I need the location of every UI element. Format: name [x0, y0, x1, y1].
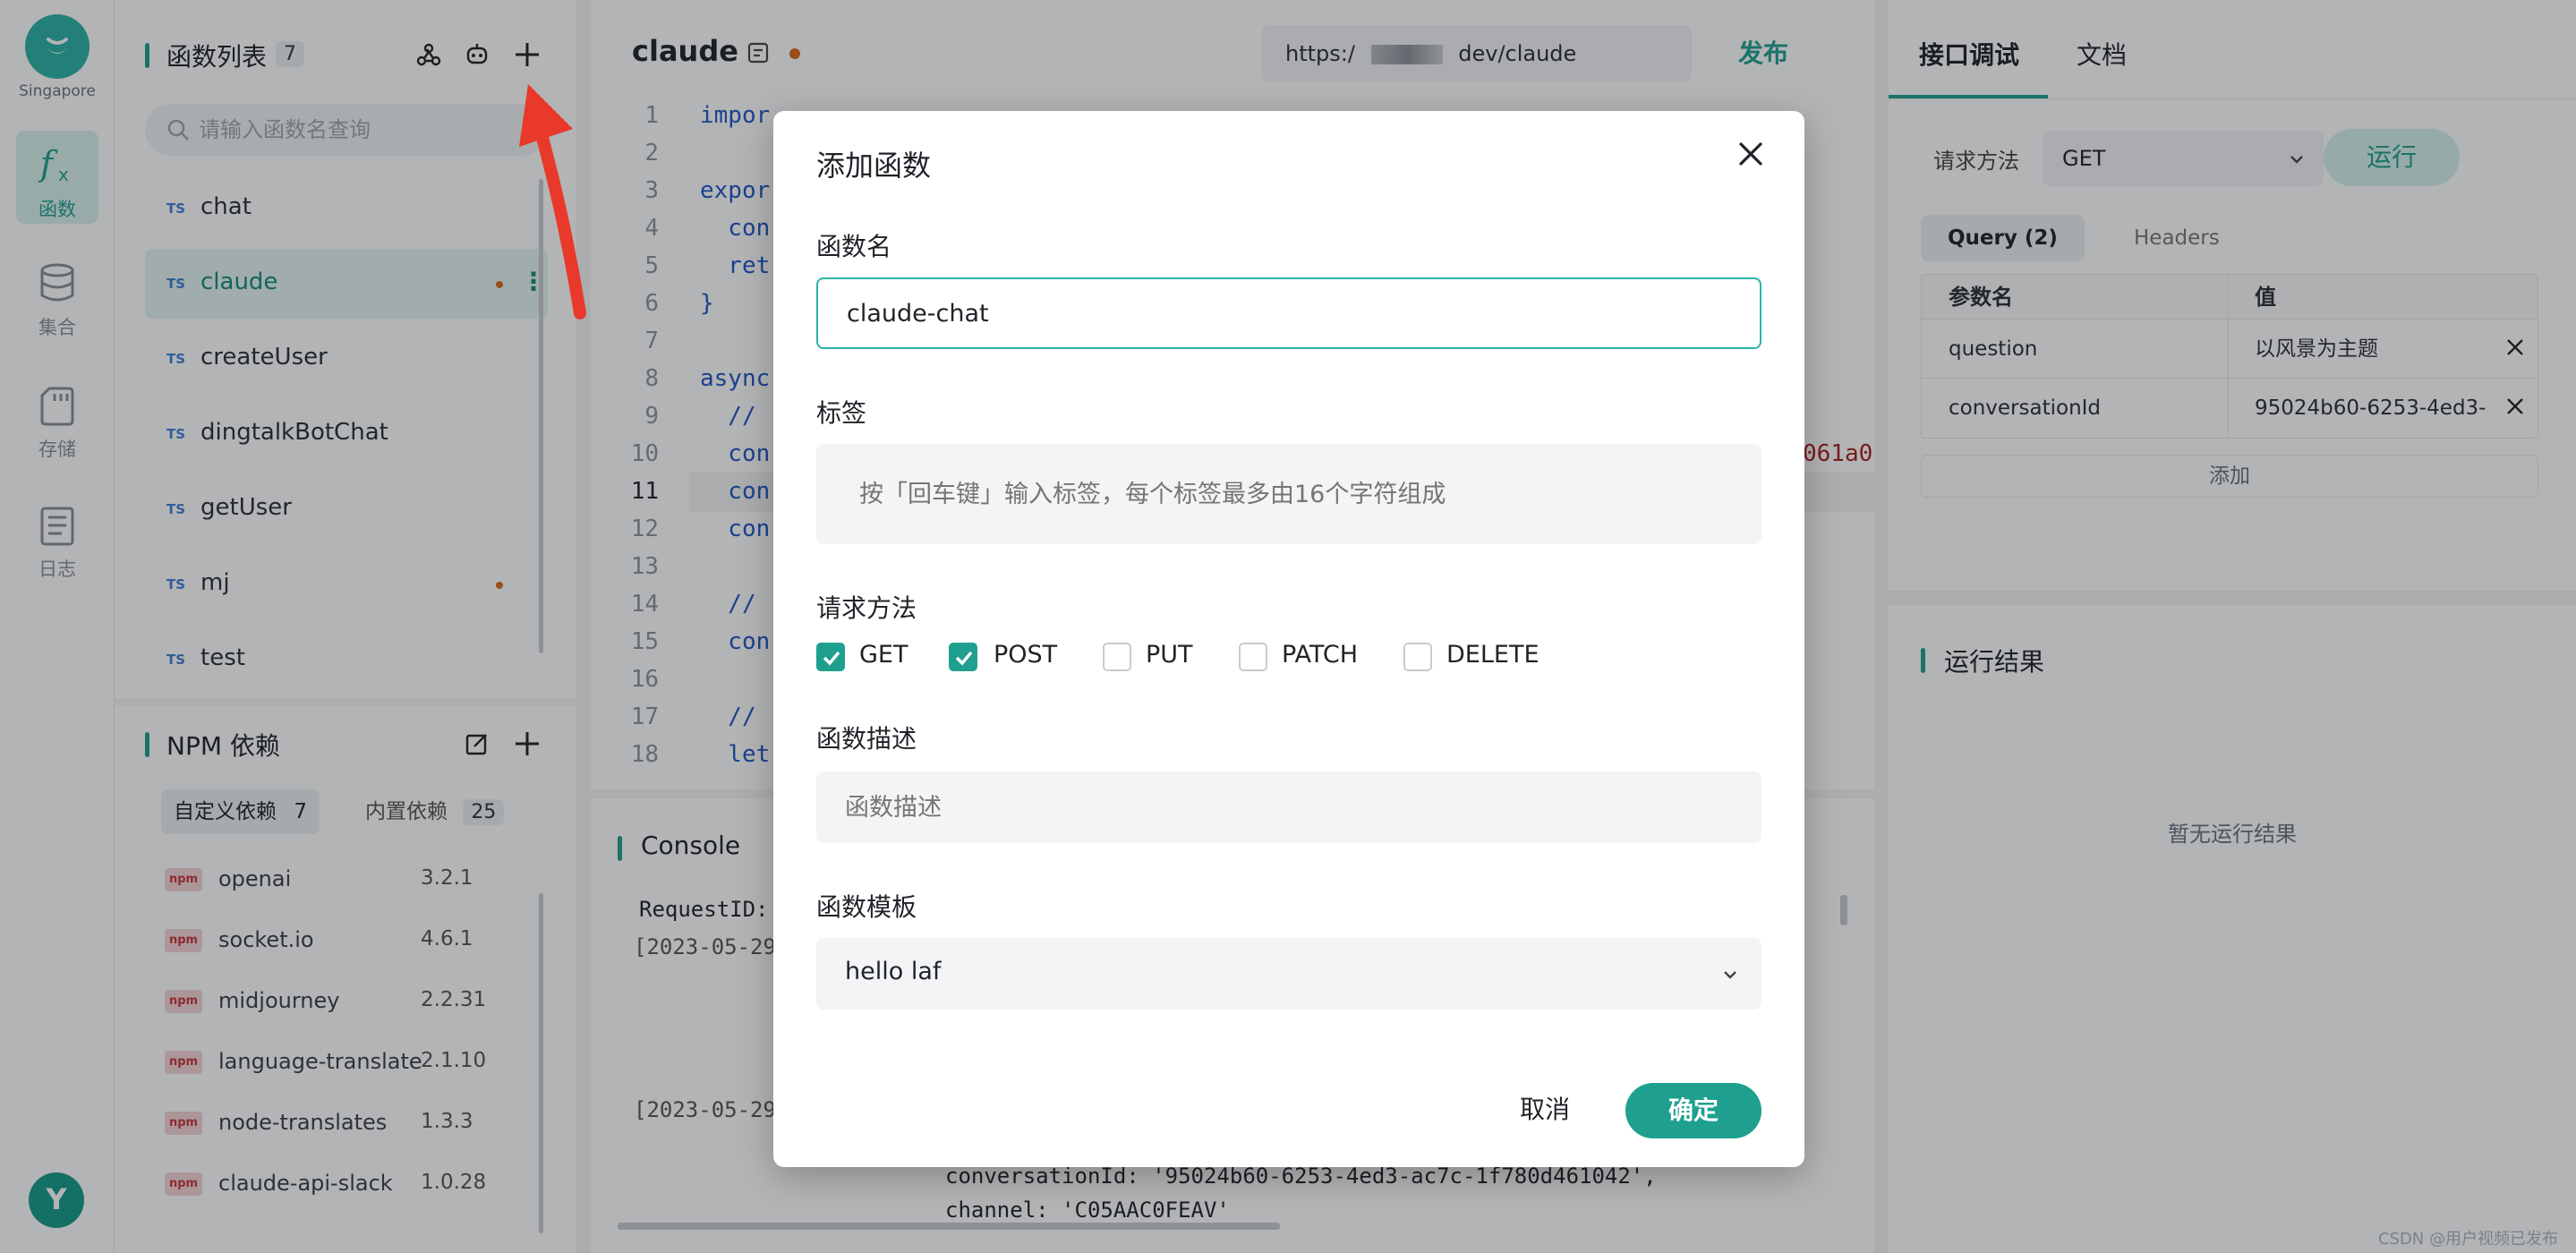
method-get-checkbox[interactable] [816, 643, 845, 671]
dialog-close-icon[interactable] [1733, 136, 1769, 172]
method-put-label[interactable]: PUT [1146, 641, 1193, 669]
check-icon [823, 651, 840, 666]
check-icon [955, 651, 973, 666]
dialog-title: 添加函数 [816, 149, 932, 183]
red-annotation-arrow-icon [519, 84, 586, 320]
tags-input[interactable] [816, 444, 1761, 544]
method-get-label[interactable]: GET [859, 641, 908, 669]
method-put-checkbox[interactable] [1103, 643, 1131, 671]
function-name-label: 函数名 [816, 232, 892, 261]
template-value: hello laf [845, 958, 942, 985]
method-patch-label[interactable]: PATCH [1282, 641, 1358, 669]
method-post-label[interactable]: POST [994, 641, 1057, 669]
description-label: 函数描述 [816, 724, 917, 754]
cancel-button[interactable]: 取消 [1491, 1083, 1599, 1137]
function-name-input[interactable] [816, 277, 1761, 349]
tags-label: 标签 [816, 398, 867, 428]
confirm-button[interactable]: 确定 [1625, 1083, 1761, 1138]
watermark-text: CSDN @用户视频已发布 [2377, 1230, 2558, 1249]
description-input[interactable] [816, 771, 1761, 843]
method-post-checkbox[interactable] [949, 643, 977, 671]
template-select[interactable]: hello laf [816, 938, 1761, 1010]
chevron-down-icon [1724, 971, 1736, 979]
method-delete-checkbox[interactable] [1403, 643, 1432, 671]
add-function-dialog: 添加函数 函数名 标签 请求方法 GET POST PUT PATCH DELE… [773, 111, 1804, 1167]
method-patch-checkbox[interactable] [1239, 643, 1267, 671]
template-label: 函数模板 [816, 892, 917, 922]
method-delete-label[interactable]: DELETE [1446, 641, 1540, 669]
request-method-label: 请求方法 [816, 593, 917, 623]
